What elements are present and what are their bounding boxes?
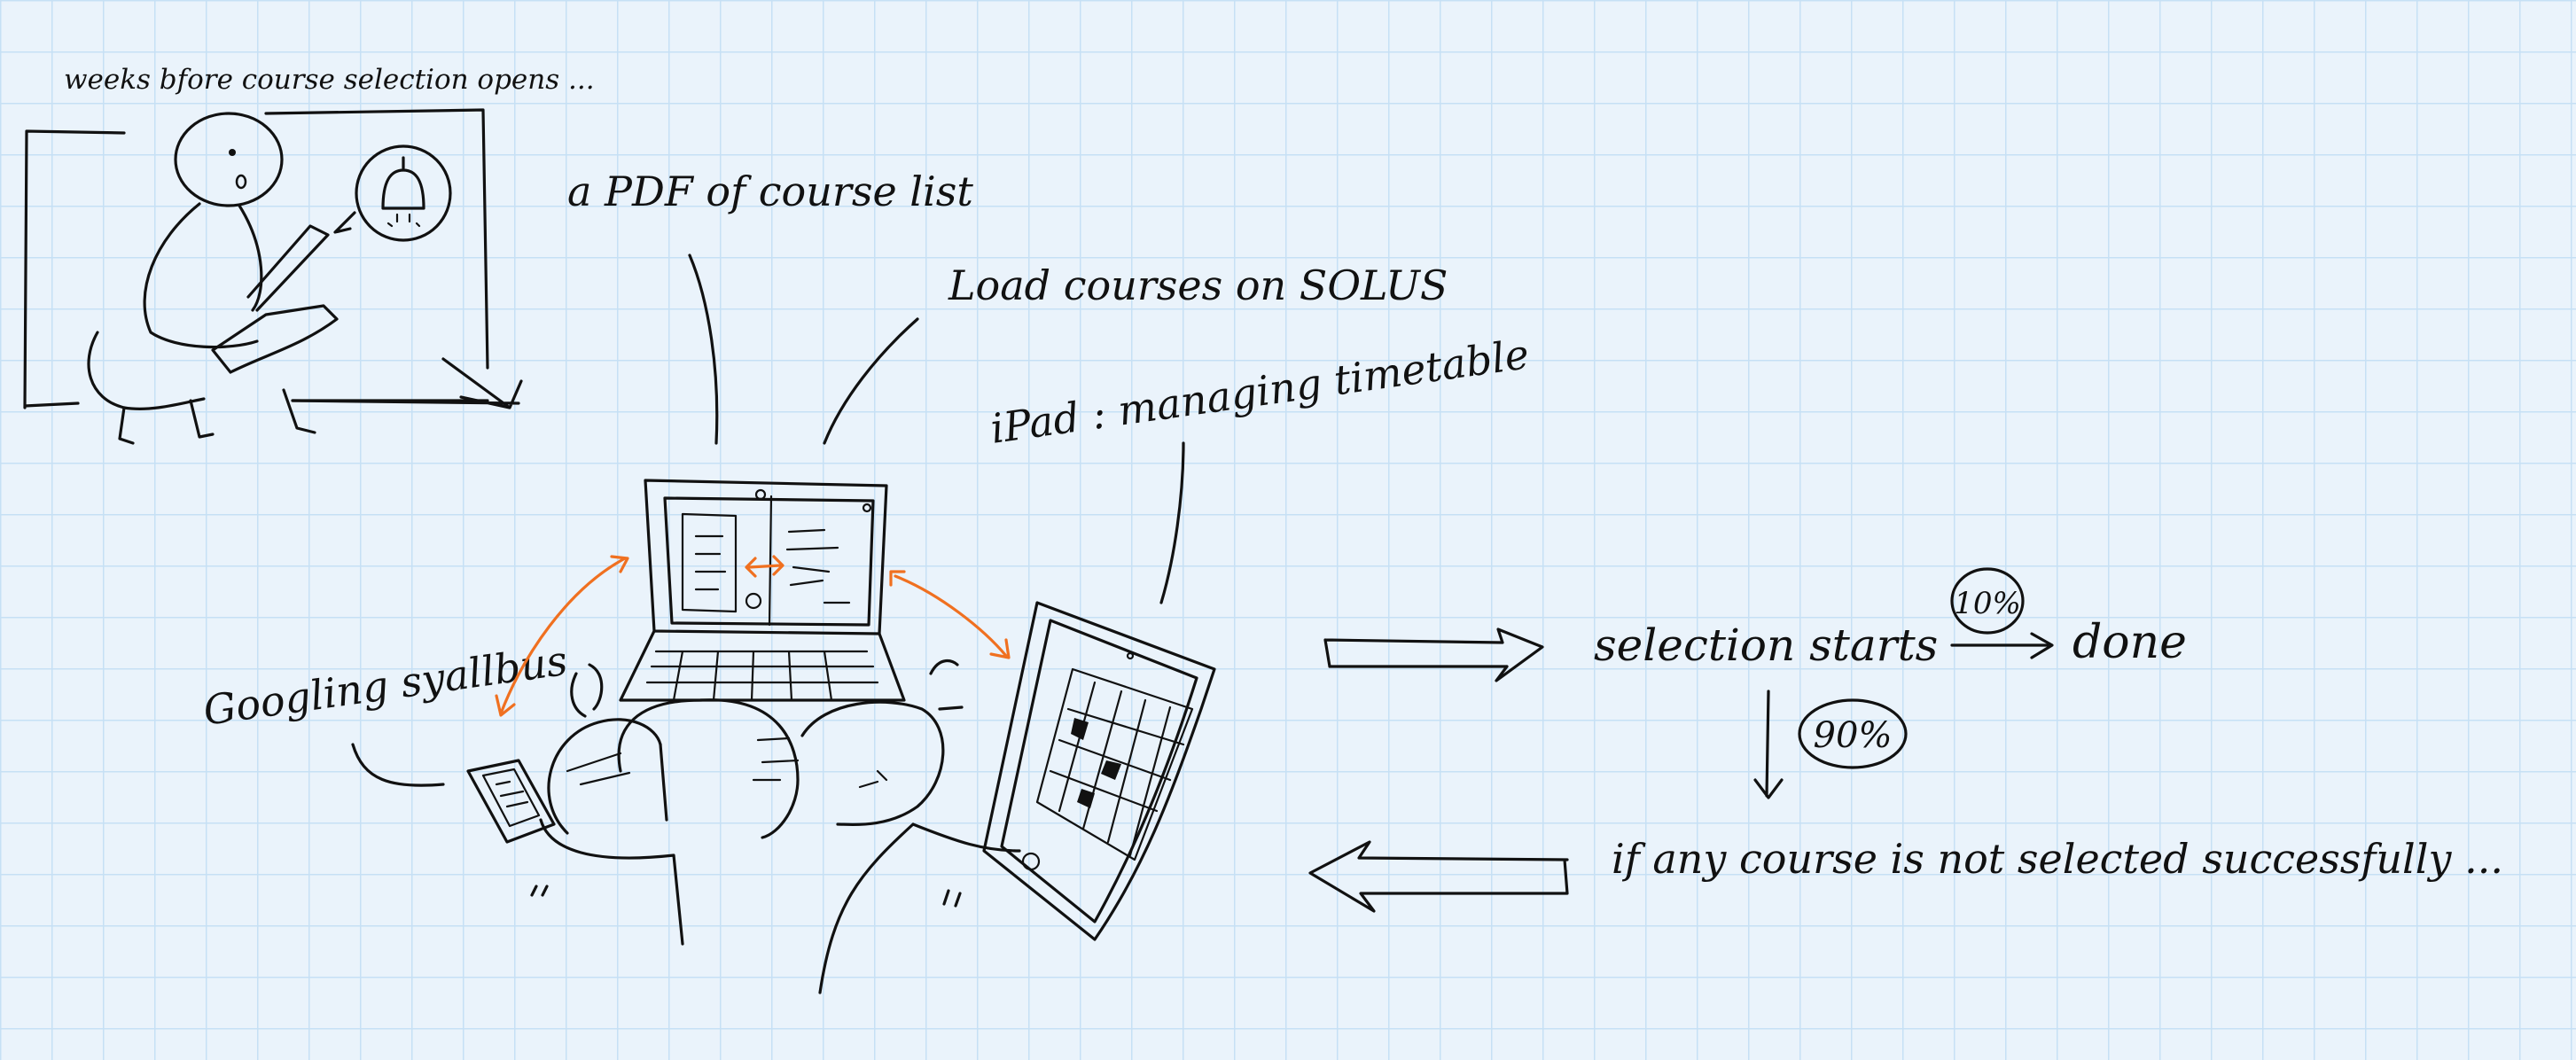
fail-arrow-down: [1753, 690, 1784, 799]
phone-icon: [466, 759, 556, 844]
pdf-course-list-label: a PDF of course list: [567, 168, 973, 215]
scene-frame: [23, 108, 489, 409]
flow-arrow-in: [1323, 627, 1544, 682]
googling-leader-line: [351, 743, 445, 787]
ipad-timetable-label: iPad : managing timetable: [987, 330, 1532, 453]
laptop-icon: [619, 479, 906, 702]
done-label: done: [2073, 616, 2187, 669]
flow-arrow-back: [1308, 840, 1569, 913]
pdf-leader-line: [688, 253, 719, 445]
ipad-leader-line: [1159, 441, 1185, 604]
googling-syllabus-label: Googling syallbus: [200, 636, 570, 735]
person-head: [174, 112, 284, 207]
selection-starts-label: selection starts: [1594, 620, 1938, 671]
waiting-scene: weeks bfore course selection opens ...: [23, 64, 595, 445]
weeks-before-caption: weeks bfore course selection opens ...: [64, 64, 595, 96]
storyboard-sketch: weeks bfore course selection opens ... a…: [23, 64, 2503, 994]
done-arrow: [1950, 632, 2054, 659]
pct-fail-label: 90%: [1814, 715, 1893, 756]
ipad-icon: [982, 601, 1216, 941]
pct-done-label: 10%: [1954, 586, 2021, 621]
solus-leader-line: [823, 317, 919, 445]
flow-diagram: selection starts 10% done 90% if any cou…: [1308, 567, 2503, 913]
load-courses-label: Load courses on SOLUS: [948, 261, 1448, 309]
bell-icon: [333, 144, 452, 242]
person-from-behind: [530, 659, 1021, 994]
person-body: [143, 202, 263, 349]
if-not-selected-label: if any course is not selected successful…: [1612, 835, 2503, 883]
